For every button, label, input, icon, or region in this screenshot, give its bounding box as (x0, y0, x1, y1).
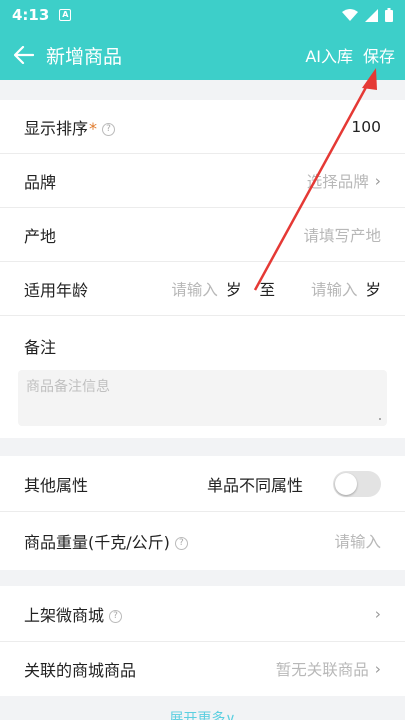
notes-placeholder: 商品备注信息 (26, 379, 110, 395)
other-attributes-row: 其他属性 单品不同属性 (0, 456, 405, 512)
age-to-unit: 岁 (365, 280, 381, 299)
save-button[interactable]: 保存 (363, 43, 395, 67)
weight-label: 商品重量(千克/公斤)? (24, 529, 188, 553)
brand-row[interactable]: 品牌 选择品牌 › (0, 154, 405, 208)
back-button[interactable] (2, 30, 46, 80)
basic-info-group: 显示排序*? 100 品牌 选择品牌 › 产地 请填写产地 适用年龄 请输入 岁 … (0, 100, 405, 438)
linked-product-select[interactable]: 暂无关联商品 › (276, 658, 381, 680)
help-icon[interactable]: ? (102, 122, 116, 136)
status-bar: 4:13 A (0, 0, 405, 30)
origin-row[interactable]: 产地 请填写产地 (0, 208, 405, 262)
sort-label: 显示排序*? (24, 115, 116, 139)
help-icon[interactable]: ? (109, 609, 123, 623)
weight-row[interactable]: 商品重量(千克/公斤)? 请输入 (0, 512, 405, 570)
chevron-right-icon: › (374, 660, 381, 678)
sort-row[interactable]: 显示排序*? 100 (0, 100, 405, 154)
age-to-separator: 至 (259, 280, 275, 299)
age-label: 适用年龄 (24, 280, 89, 300)
variant-toggle-label: 单品不同属性 (206, 475, 303, 495)
notification-icon: A (59, 9, 72, 21)
age-row: 适用年龄 请输入 岁 至 请输入 岁 (0, 262, 405, 316)
battery-icon (385, 8, 393, 22)
brand-select[interactable]: 选择品牌 › (307, 170, 381, 192)
other-attributes-label: 其他属性 (24, 475, 89, 495)
weight-input[interactable]: 请输入 (334, 530, 381, 552)
mall-listing-label: 上架微商城? (24, 602, 123, 626)
origin-input[interactable]: 请填写产地 (303, 224, 381, 246)
app-bar: 新增商品 AI入库 保存 (0, 30, 405, 80)
linked-product-label: 关联的商城商品 (24, 661, 137, 680)
age-from-unit: 岁 (225, 280, 242, 299)
mall-listing-row[interactable]: 上架微商城? › (0, 586, 405, 642)
wifi-icon (342, 8, 358, 21)
page-title: 新增商品 (46, 45, 123, 68)
age-from-input[interactable]: 请输入 (171, 278, 218, 300)
attributes-group: 其他属性 单品不同属性 商品重量(千克/公斤)? 请输入 (0, 456, 405, 570)
status-time: 4:13 (12, 6, 50, 24)
brand-label: 品牌 (24, 172, 57, 192)
required-mark: * (89, 118, 98, 138)
notes-label: 备注 (24, 338, 57, 357)
sort-value-input[interactable]: 100 (351, 118, 381, 136)
variant-toggle[interactable] (333, 470, 381, 497)
ai-import-button[interactable]: AI入库 (305, 43, 353, 67)
notes-textarea[interactable]: 商品备注信息 (18, 370, 387, 426)
notes-section: 备注 商品备注信息 (0, 316, 405, 438)
help-icon[interactable]: ? (174, 537, 188, 550)
arrow-left-icon (14, 46, 34, 64)
chevron-right-icon: › (374, 171, 381, 190)
signal-icon (365, 8, 378, 22)
mall-group: 上架微商城? › 关联的商城商品 暂无关联商品 › (0, 586, 405, 696)
chevron-right-icon: › (374, 604, 381, 623)
toggle-knob (335, 472, 357, 495)
linked-product-row[interactable]: 关联的商城商品 暂无关联商品 › (0, 642, 405, 696)
age-to-input[interactable]: 请输入 (311, 278, 358, 300)
expand-more-link[interactable]: 展开更多∨ (0, 708, 405, 720)
origin-label: 产地 (24, 226, 57, 246)
resize-handle[interactable] (379, 418, 381, 420)
